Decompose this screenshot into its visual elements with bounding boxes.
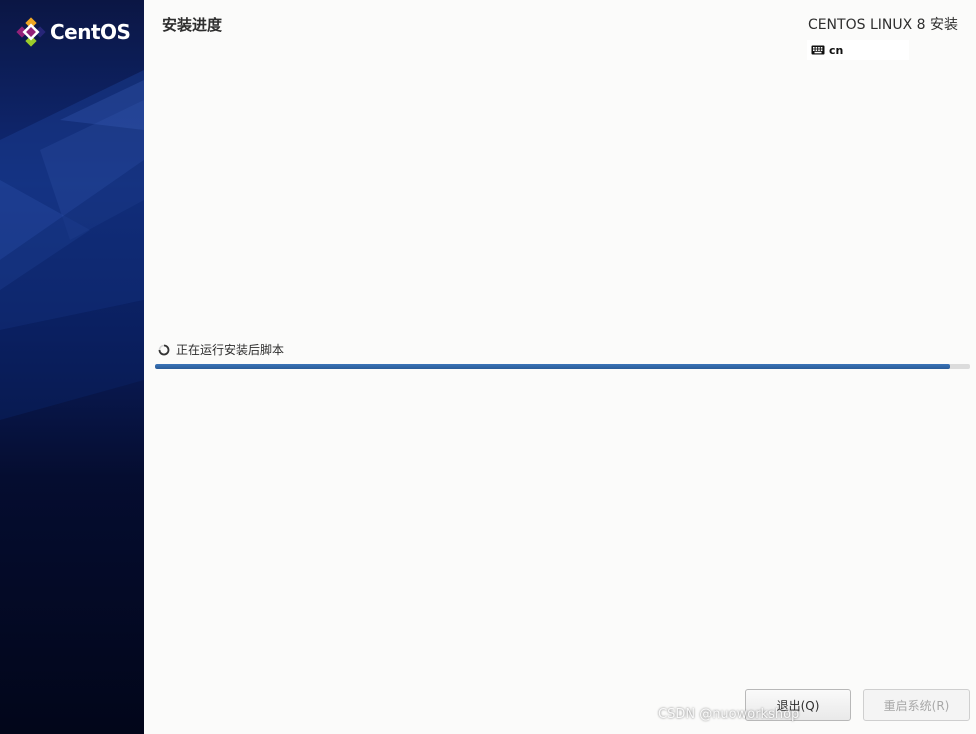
install-status: 正在运行安装后脚本 [158,341,284,358]
logo-text: CentOS [50,20,131,44]
keyboard-layout-indicator[interactable]: cn [807,40,909,60]
page-title: 安装进度 [162,16,223,34]
keyboard-icon [811,45,825,55]
status-text: 正在运行安装后脚本 [176,343,285,357]
sidebar: CentOS [0,0,144,734]
progress-bar [155,364,970,369]
centos-logo-icon [16,17,46,47]
main-content: 安装进度 CENTOS LINUX 8 安装 cn 正在运行安装后脚本 退出(Q… [144,0,976,734]
centos-logo: CentOS [16,17,131,47]
progress-bar-fill [155,364,950,369]
spinner-icon [158,344,170,355]
keyboard-layout-label: cn [829,43,844,57]
product-title: CENTOS LINUX 8 安装 [807,17,958,33]
reboot-button[interactable]: 重启系统(R) [863,689,970,721]
sidebar-background-pattern [0,70,144,420]
watermark: CSDN @nuoworkshop [658,707,800,722]
